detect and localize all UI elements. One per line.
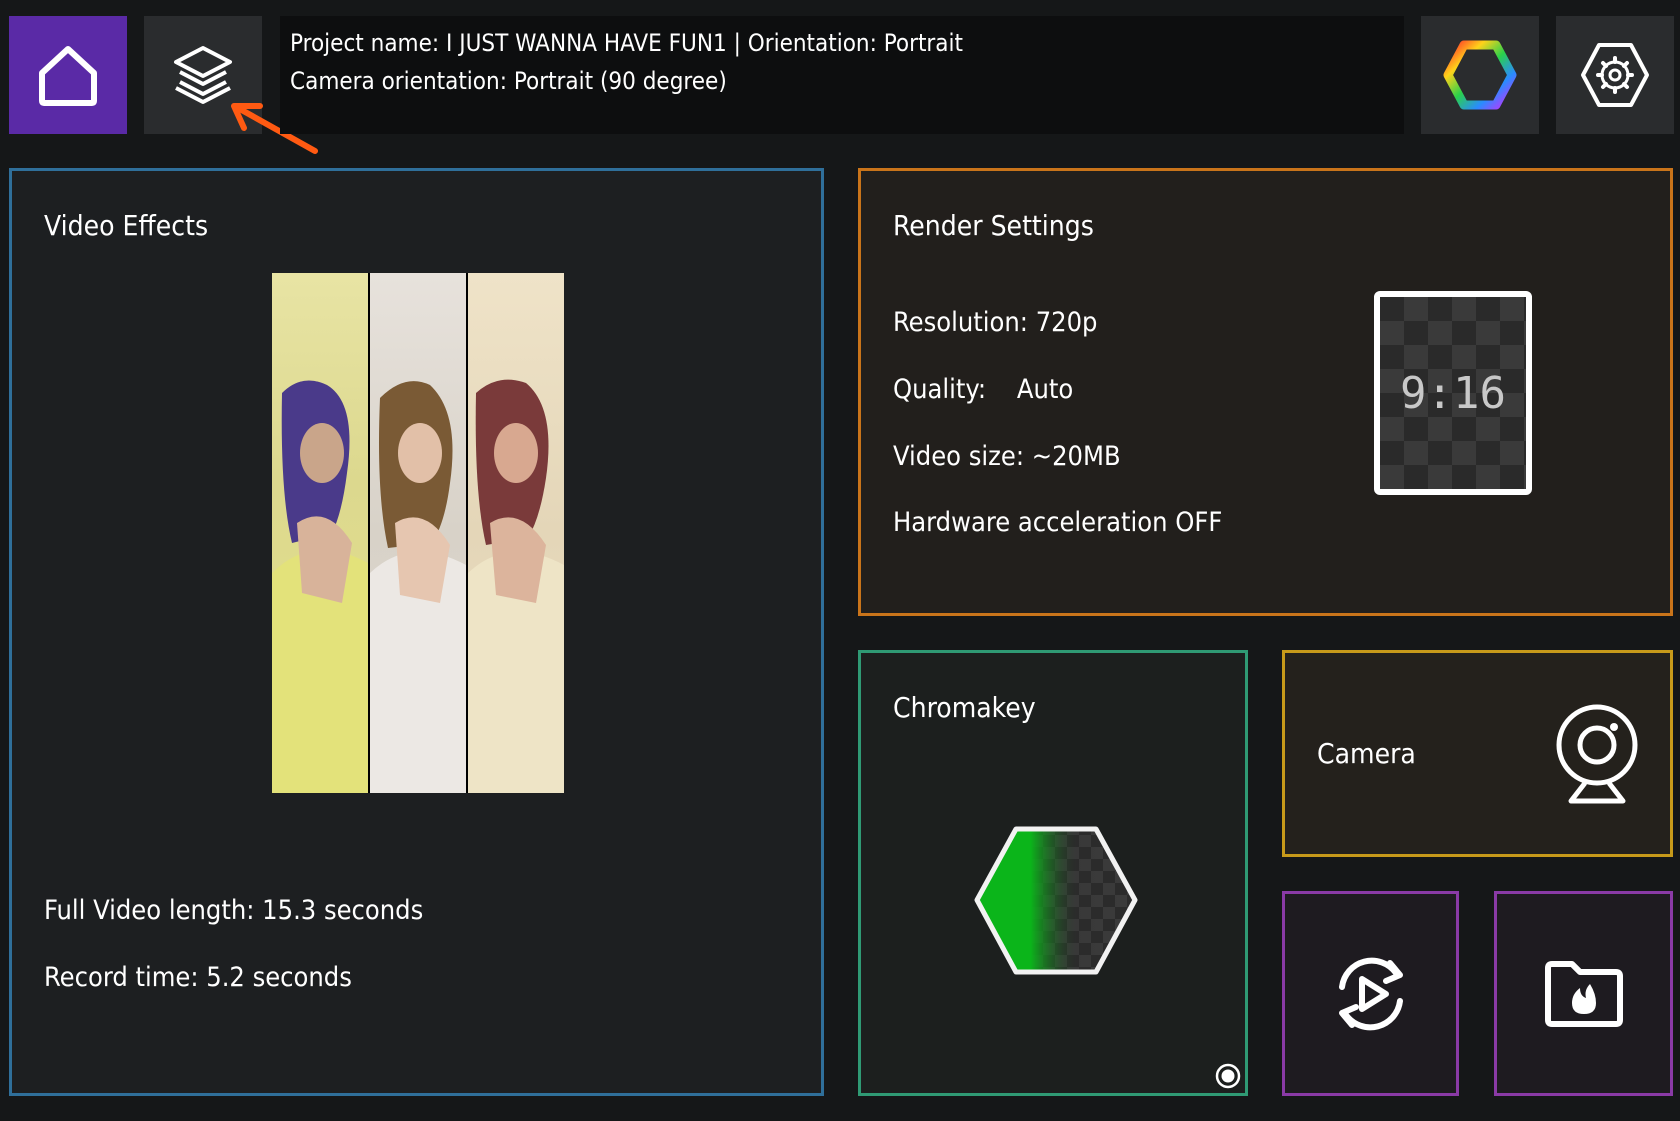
video-size-label: Video size: ~20MB xyxy=(893,441,1121,472)
home-button[interactable] xyxy=(9,16,127,134)
home-icon xyxy=(39,46,97,106)
effect-strip-warm xyxy=(468,273,564,793)
export-folder-button[interactable] xyxy=(1494,891,1673,1096)
chromakey-hexagon-icon xyxy=(974,826,1138,975)
effect-strip-yellow xyxy=(272,273,368,793)
camera-orientation-line: Camera orientation: Portrait (90 degree) xyxy=(290,67,727,95)
effects-preview-image xyxy=(272,273,564,793)
color-hexagon-icon xyxy=(1443,40,1517,110)
settings-gear-icon xyxy=(1581,43,1649,107)
render-settings-panel[interactable]: Render Settings Resolution: 720p Quality… xyxy=(858,168,1673,616)
video-effects-panel[interactable]: Video Effects Full Video length: 15.3 se… xyxy=(9,168,824,1096)
project-info-line: Project name: I JUST WANNA HAVE FUN1 | O… xyxy=(290,29,963,57)
record-time: Record time: 5.2 seconds xyxy=(44,962,352,993)
aspect-ratio-badge[interactable]: 9:16 xyxy=(1374,291,1532,495)
render-settings-title: Render Settings xyxy=(893,209,1094,242)
hardware-acceleration-label: Hardware acceleration OFF xyxy=(893,507,1223,538)
camera-panel[interactable]: Camera xyxy=(1282,650,1673,857)
replay-button[interactable] xyxy=(1282,891,1459,1096)
effect-strip-natural xyxy=(370,273,466,793)
resolution-label: Resolution: 720p xyxy=(893,307,1098,338)
full-video-length: Full Video length: 15.3 seconds xyxy=(44,895,424,926)
camera-title: Camera xyxy=(1317,737,1416,770)
aspect-ratio-label: 9:16 xyxy=(1400,367,1506,419)
quality-label: Quality: Auto xyxy=(893,374,1074,405)
chromakey-toggle-radio[interactable] xyxy=(1215,1063,1241,1089)
replay-icon xyxy=(1338,957,1403,1030)
chromakey-title: Chromakey xyxy=(893,691,1036,724)
chromakey-panel[interactable]: Chromakey xyxy=(858,650,1248,1096)
video-effects-title: Video Effects xyxy=(44,209,209,242)
fire-folder-icon xyxy=(1544,960,1623,1027)
settings-button[interactable] xyxy=(1556,16,1674,134)
webcam-icon xyxy=(1556,704,1638,804)
project-info-bar: Project name: I JUST WANNA HAVE FUN1 | O… xyxy=(280,16,1404,134)
color-theme-button[interactable] xyxy=(1421,16,1539,134)
